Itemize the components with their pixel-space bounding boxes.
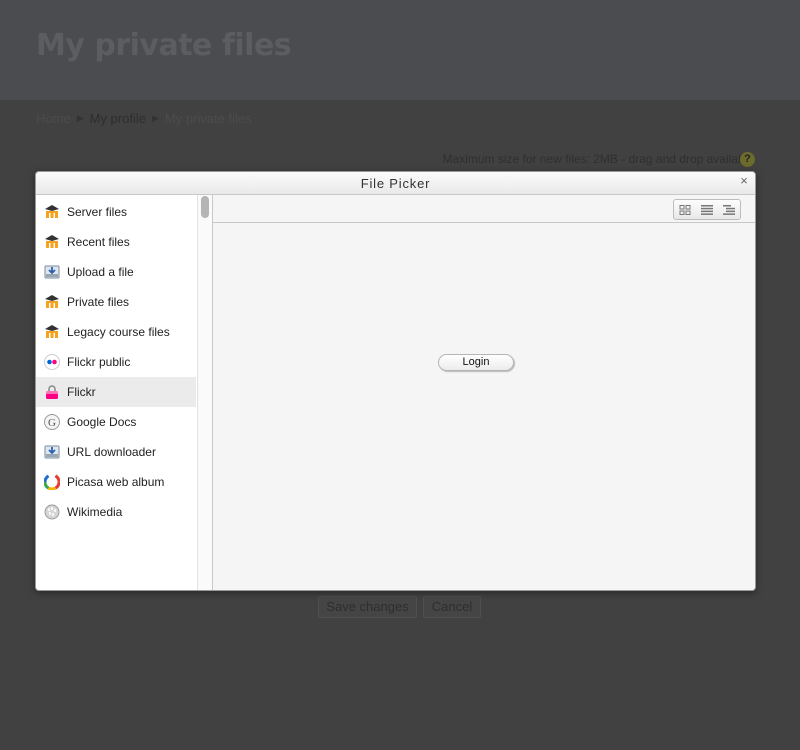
sidebar-item-label: Legacy course files bbox=[67, 325, 170, 339]
sidebar-item-label: Flickr public bbox=[67, 355, 131, 369]
moodle-icon bbox=[44, 324, 60, 340]
close-icon[interactable]: × bbox=[737, 173, 751, 189]
sidebar-item-flickr[interactable]: Flickr bbox=[36, 377, 196, 407]
save-changes-button[interactable]: Save changes bbox=[318, 596, 417, 618]
file-toolbar bbox=[213, 195, 755, 223]
icons-view-icon[interactable] bbox=[674, 200, 696, 219]
picasa-icon bbox=[43, 473, 61, 491]
sidebar-item-recent-files[interactable]: Recent files bbox=[36, 227, 196, 257]
breadcrumb-my-profile[interactable]: My profile bbox=[90, 111, 146, 126]
sidebar-item-url-downloader[interactable]: URL downloader bbox=[36, 437, 196, 467]
sidebar-item-google-docs[interactable]: G Google Docs bbox=[36, 407, 196, 437]
breadcrumb-arrow-icon: ▶ bbox=[76, 113, 84, 123]
view-mode-group bbox=[673, 199, 741, 220]
breadcrumb: Home ▶ My profile ▶ My private files bbox=[36, 111, 252, 126]
file-picker-dialog: File Picker × Server files Recent files … bbox=[35, 171, 756, 591]
sidebar-item-private-files[interactable]: Private files bbox=[36, 287, 196, 317]
breadcrumb-home[interactable]: Home bbox=[36, 111, 71, 126]
flickr-icon bbox=[44, 354, 60, 370]
flickr-lock-icon bbox=[44, 384, 60, 400]
help-icon[interactable]: ? bbox=[740, 152, 755, 167]
sidebar-item-label: Server files bbox=[67, 205, 128, 219]
breadcrumb-current: My private files bbox=[164, 111, 252, 126]
breadcrumb-arrow-icon: ▶ bbox=[151, 113, 159, 123]
sidebar-item-legacy-course-files[interactable]: Legacy course files bbox=[36, 317, 196, 347]
sidebar-item-label: Wikimedia bbox=[67, 505, 123, 519]
sidebar-item-label: Flickr bbox=[67, 385, 96, 399]
sidebar-item-label: Recent files bbox=[67, 235, 130, 249]
tree-view-icon[interactable] bbox=[718, 200, 740, 219]
sidebar-item-label: Picasa web album bbox=[67, 475, 165, 489]
wikimedia-icon bbox=[44, 504, 60, 520]
moodle-icon bbox=[44, 294, 60, 310]
cancel-button[interactable]: Cancel bbox=[423, 596, 481, 618]
sidebar-item-wikimedia[interactable]: Wikimedia bbox=[36, 497, 196, 527]
url-download-icon bbox=[44, 444, 60, 460]
file-content-panel: Login bbox=[212, 195, 755, 590]
moodle-icon bbox=[44, 204, 60, 220]
moodle-icon bbox=[44, 234, 60, 250]
sidebar-item-flickr-public[interactable]: Flickr public bbox=[36, 347, 196, 377]
max-size-text: Maximum size for new files: 2MB - drag a… bbox=[442, 152, 754, 166]
sidebar-scrollbar[interactable] bbox=[197, 195, 212, 590]
upload-icon bbox=[44, 264, 60, 280]
sidebar-item-label: Upload a file bbox=[67, 265, 134, 279]
sidebar-item-label: URL downloader bbox=[67, 445, 156, 459]
sidebar-item-upload-a-file[interactable]: Upload a file bbox=[36, 257, 196, 287]
scrollbar-thumb[interactable] bbox=[201, 196, 209, 218]
sidebar-item-picasa-web-album[interactable]: Picasa web album bbox=[36, 467, 196, 497]
google-icon: G bbox=[44, 414, 60, 430]
login-button[interactable]: Login bbox=[438, 354, 514, 371]
sidebar-item-label: Private files bbox=[67, 295, 130, 309]
svg-text:G: G bbox=[48, 417, 56, 429]
dialog-title: File Picker bbox=[36, 172, 755, 195]
page-header: My private files bbox=[0, 0, 800, 100]
sidebar-item-label: Google Docs bbox=[67, 415, 137, 429]
list-view-icon[interactable] bbox=[696, 200, 718, 219]
sidebar-item-server-files[interactable]: Server files bbox=[36, 197, 196, 227]
repository-list: Server files Recent files Upload a file … bbox=[36, 195, 212, 590]
page-title: My private files bbox=[36, 28, 292, 63]
